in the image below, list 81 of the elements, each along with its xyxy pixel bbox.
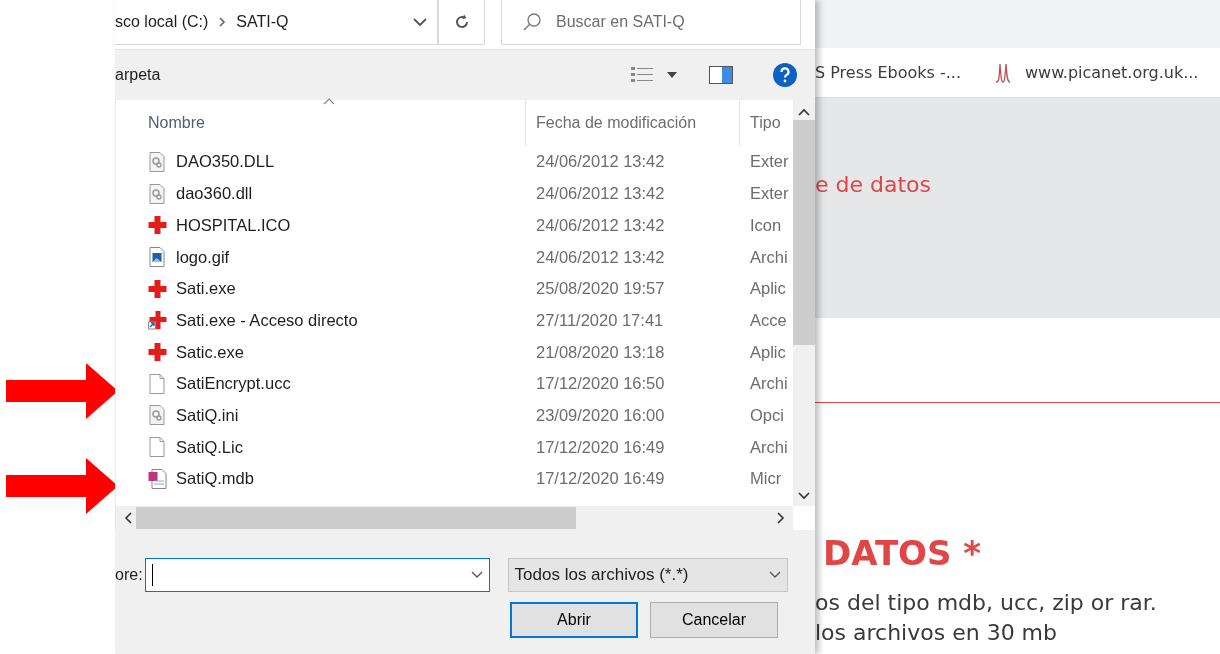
blank-file-icon: [148, 437, 168, 458]
section-heading: DATOS *: [823, 532, 983, 575]
scroll-left-icon[interactable]: [124, 512, 132, 524]
file-name[interactable]: SatiEncrypt.ucc: [176, 371, 291, 397]
shortcut-icon: [148, 310, 168, 331]
dropdown-caret-icon[interactable]: [667, 72, 677, 78]
file-name-field[interactable]: [144, 558, 490, 592]
file-type-dropdown[interactable]: Todos los archivos (*.*): [507, 558, 788, 592]
file-type: Micr: [750, 469, 782, 488]
vertical-scrollbar[interactable]: [793, 100, 815, 506]
banner-title: e de datos: [815, 171, 932, 199]
file-name[interactable]: SatiQ.Lic: [176, 434, 243, 460]
file-type: Aplic: [750, 279, 786, 298]
cancel-button[interactable]: Cancelar: [650, 602, 778, 638]
refresh-button[interactable]: [438, 0, 485, 45]
file-type: Exter: [750, 184, 789, 203]
file-type: Exter: [750, 152, 789, 171]
file-type-value: Todos los archivos (*.*): [514, 564, 689, 587]
file-date: 27/11/2020 17:41: [536, 310, 664, 329]
file-type: Archi: [750, 374, 788, 393]
cross-icon: [148, 341, 168, 362]
file-date: 24/06/2012 13:42: [536, 215, 665, 234]
help-icon[interactable]: [773, 63, 797, 87]
settings-file-icon: [148, 405, 168, 426]
file-type: Aplic: [750, 342, 786, 361]
chevron-icon: [218, 16, 227, 28]
breadcrumb-item[interactable]: SATI-Q: [236, 10, 289, 34]
horizontal-scrollbar[interactable]: [116, 506, 793, 530]
new-folder-label[interactable]: arpeta: [115, 63, 161, 87]
database-file-icon: [148, 468, 168, 489]
file-name[interactable]: HOSPITAL.ICO: [176, 212, 291, 238]
image-file-icon: [148, 246, 168, 267]
file-date: 21/08/2020 13:18: [536, 342, 665, 361]
file-name[interactable]: DAO350.DLL: [176, 149, 275, 175]
column-header[interactable]: Tipo: [750, 111, 781, 135]
file-name[interactable]: dao360.dll: [176, 181, 253, 206]
file-date: 17/12/2020 16:49: [536, 437, 665, 456]
search-placeholder: Buscar en SATI-Q: [556, 12, 685, 32]
view-options-icon[interactable]: [631, 66, 653, 84]
settings-file-icon: [148, 151, 168, 172]
scroll-up-icon[interactable]: [798, 108, 810, 116]
file-name[interactable]: Sati.exe - Acceso directo: [176, 307, 358, 333]
file-date: 24/06/2012 13:42: [536, 184, 665, 203]
file-name[interactable]: SatiQ.mdb: [176, 466, 254, 492]
file-date: 17/12/2020 16:49: [536, 469, 665, 488]
sort-caret-icon: [323, 98, 335, 105]
dropdown-caret-icon[interactable]: [768, 571, 781, 579]
file-date: 24/06/2012 13:42: [536, 152, 665, 171]
file-name[interactable]: SatiQ.ini: [176, 402, 239, 428]
file-name[interactable]: Satic.exe: [176, 339, 244, 365]
file-name[interactable]: logo.gif: [176, 244, 230, 270]
bookmark-link[interactable]: www.picanet.org.uk...: [1025, 60, 1199, 85]
column-header[interactable]: Fecha de modificación: [536, 111, 697, 135]
cross-icon: [148, 215, 168, 236]
paragraph-line: los archivos en 30 mb: [815, 619, 1058, 647]
blank-file-icon: [148, 373, 168, 394]
paragraph-line: os del tipo mdb, ucc, zip or rar.: [815, 589, 1158, 617]
cross-icon: [148, 278, 168, 299]
file-type: Acce: [750, 310, 787, 329]
bookmark-link[interactable]: S Press Ebooks -...: [815, 60, 961, 85]
file-type: Icon: [750, 215, 782, 234]
dropdown-caret-icon[interactable]: [470, 571, 483, 579]
column-header[interactable]: Nombre: [148, 111, 205, 135]
open-button[interactable]: Abrir: [510, 602, 638, 638]
scroll-down-icon[interactable]: [798, 492, 810, 500]
file-name-label: ore:: [115, 565, 143, 585]
file-date: 25/08/2020 19:57: [536, 279, 665, 298]
dropdown-caret-icon[interactable]: [413, 17, 427, 27]
file-date: 24/06/2012 13:42: [536, 247, 665, 266]
file-type: Archi: [750, 437, 788, 456]
search-icon: [522, 12, 542, 32]
file-date: 17/12/2020 16:50: [536, 374, 665, 393]
file-name[interactable]: Sati.exe: [176, 276, 236, 301]
search-field[interactable]: Buscar en SATI-Q: [501, 0, 801, 45]
settings-file-icon: [148, 183, 168, 204]
breadcrumb-item[interactable]: sco local (C:): [115, 10, 209, 34]
file-type: Archi: [750, 247, 788, 266]
file-date: 23/09/2020 16:00: [536, 405, 665, 424]
scroll-right-icon[interactable]: [777, 512, 785, 524]
preview-pane-icon[interactable]: [709, 66, 733, 84]
file-type: Opci: [750, 405, 784, 424]
